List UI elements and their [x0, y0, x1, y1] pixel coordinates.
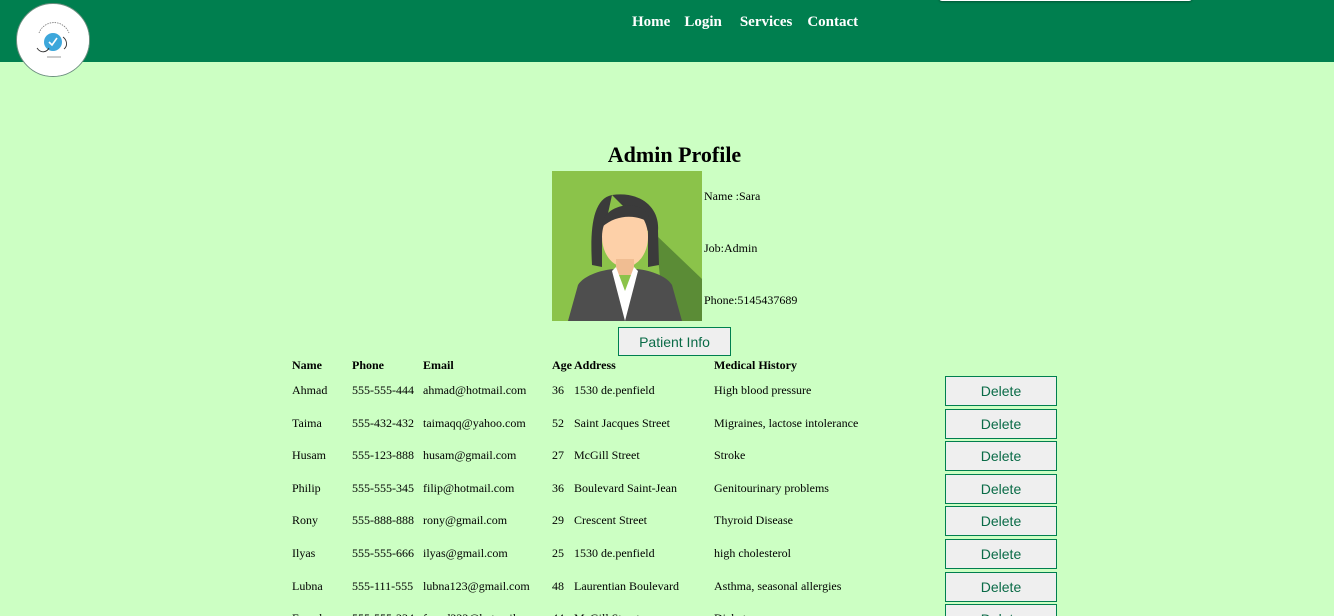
nav-services-link[interactable]: Services [740, 14, 792, 31]
cell-name: Fouad [292, 611, 322, 616]
cell-phone: 555-555-666 [352, 546, 414, 560]
cell-medical-history: high cholesterol [714, 546, 791, 560]
cell-medical-history: Migraines, lactose intolerance [714, 415, 859, 430]
cell-age: 52 [552, 415, 564, 430]
woman-avatar-icon [552, 171, 702, 321]
cell-address: Laurentian Boulevard [574, 578, 679, 593]
cell-age: 29 [552, 513, 564, 528]
cell-medical-history: High blood pressure [714, 383, 812, 397]
cell-phone: 555-888-888 [352, 513, 414, 528]
clinic-logo[interactable] [16, 3, 90, 77]
patient-info-button[interactable]: Patient Info [618, 327, 731, 356]
admin-job: Job:Admin [704, 241, 758, 255]
cell-name: Ahmad [292, 383, 328, 397]
cell-email: taimaqq@yahoo.com [423, 415, 526, 430]
nav-login-link[interactable]: Login [684, 14, 722, 31]
cell-address: McGill Street [574, 611, 640, 616]
admin-avatar [552, 171, 702, 321]
cell-name: Ilyas [292, 546, 316, 560]
header-address: Address [574, 358, 616, 372]
cell-address: 1530 de.penfield [574, 383, 655, 397]
cell-phone: 555-432-432 [352, 415, 414, 430]
delete-button[interactable]: Delete [945, 539, 1057, 569]
header-phone: Phone [352, 358, 385, 372]
main-nav: Home Login Services Contact [632, 14, 858, 31]
delete-button[interactable]: Delete [945, 571, 1057, 602]
delete-button[interactable]: Delete [945, 473, 1057, 504]
cell-medical-history: Thyroid Disease [714, 513, 793, 528]
cell-age: 25 [552, 546, 564, 560]
nav-contact-link[interactable]: Contact [807, 14, 858, 31]
cell-email: husam@gmail.com [423, 448, 517, 463]
header-email: Email [423, 358, 454, 372]
delete-button[interactable]: Delete [945, 376, 1057, 406]
admin-phone: Phone:5145437689 [704, 293, 798, 307]
cell-phone: 555-555-444 [352, 383, 414, 397]
cell-phone: 555-555-234 [352, 611, 414, 616]
header-age: Age [552, 358, 572, 372]
cell-email: fouad222@hotmail.com [423, 611, 540, 616]
delete-button[interactable]: Delete [945, 604, 1057, 616]
cell-address: McGill Street [574, 448, 640, 463]
top-search-field[interactable] [939, 0, 1192, 1]
cell-medical-history: Asthma, seasonal allergies [714, 578, 842, 593]
cell-medical-history: Diabetes [714, 611, 756, 616]
cell-phone: 555-111-555 [352, 578, 414, 593]
header-medical-history: Medical History [714, 358, 797, 372]
cell-address: Saint Jacques Street [574, 415, 670, 430]
cell-address: 1530 de.penfield [574, 546, 655, 560]
cell-address: Boulevard Saint-Jean [574, 480, 677, 495]
nav-home-link[interactable]: Home [632, 14, 670, 31]
cell-age: 36 [552, 480, 564, 495]
cell-name: Rony [292, 513, 319, 528]
cell-age: 27 [552, 448, 564, 463]
delete-button[interactable]: Delete [945, 408, 1057, 439]
delete-button[interactable]: Delete [945, 441, 1057, 472]
cell-address: Crescent Street [574, 513, 647, 528]
cell-age: 48 [552, 578, 564, 593]
cell-phone: 555-123-888 [352, 448, 414, 463]
page-title: Admin Profile [607, 142, 742, 167]
cell-email: filip@hotmail.com [423, 480, 515, 495]
cell-email: ahmad@hotmail.com [423, 383, 527, 397]
cell-age: 36 [552, 383, 564, 397]
cell-name: Husam [292, 448, 326, 463]
delete-button[interactable]: Delete [945, 506, 1057, 537]
top-navigation-bar: Home Login Services Contact [0, 0, 1334, 77]
stethoscope-logo-icon [18, 5, 89, 76]
cell-email: lubna123@gmail.com [423, 578, 530, 593]
cell-name: Philip [292, 480, 321, 495]
cell-email: ilyas@gmail.com [423, 546, 508, 560]
cell-name: Lubna [292, 578, 323, 593]
header-name: Name [292, 358, 322, 372]
cell-name: Taima [292, 415, 322, 430]
cell-phone: 555-555-345 [352, 480, 414, 495]
cell-age: 44 [552, 611, 564, 616]
admin-name: Name :Sara [704, 189, 761, 203]
cell-medical-history: Stroke [714, 448, 746, 463]
cell-email: rony@gmail.com [423, 513, 508, 528]
page: Home Login Services Contact Admin Profil… [0, 0, 1334, 616]
cell-medical-history: Genitourinary problems [714, 480, 829, 495]
